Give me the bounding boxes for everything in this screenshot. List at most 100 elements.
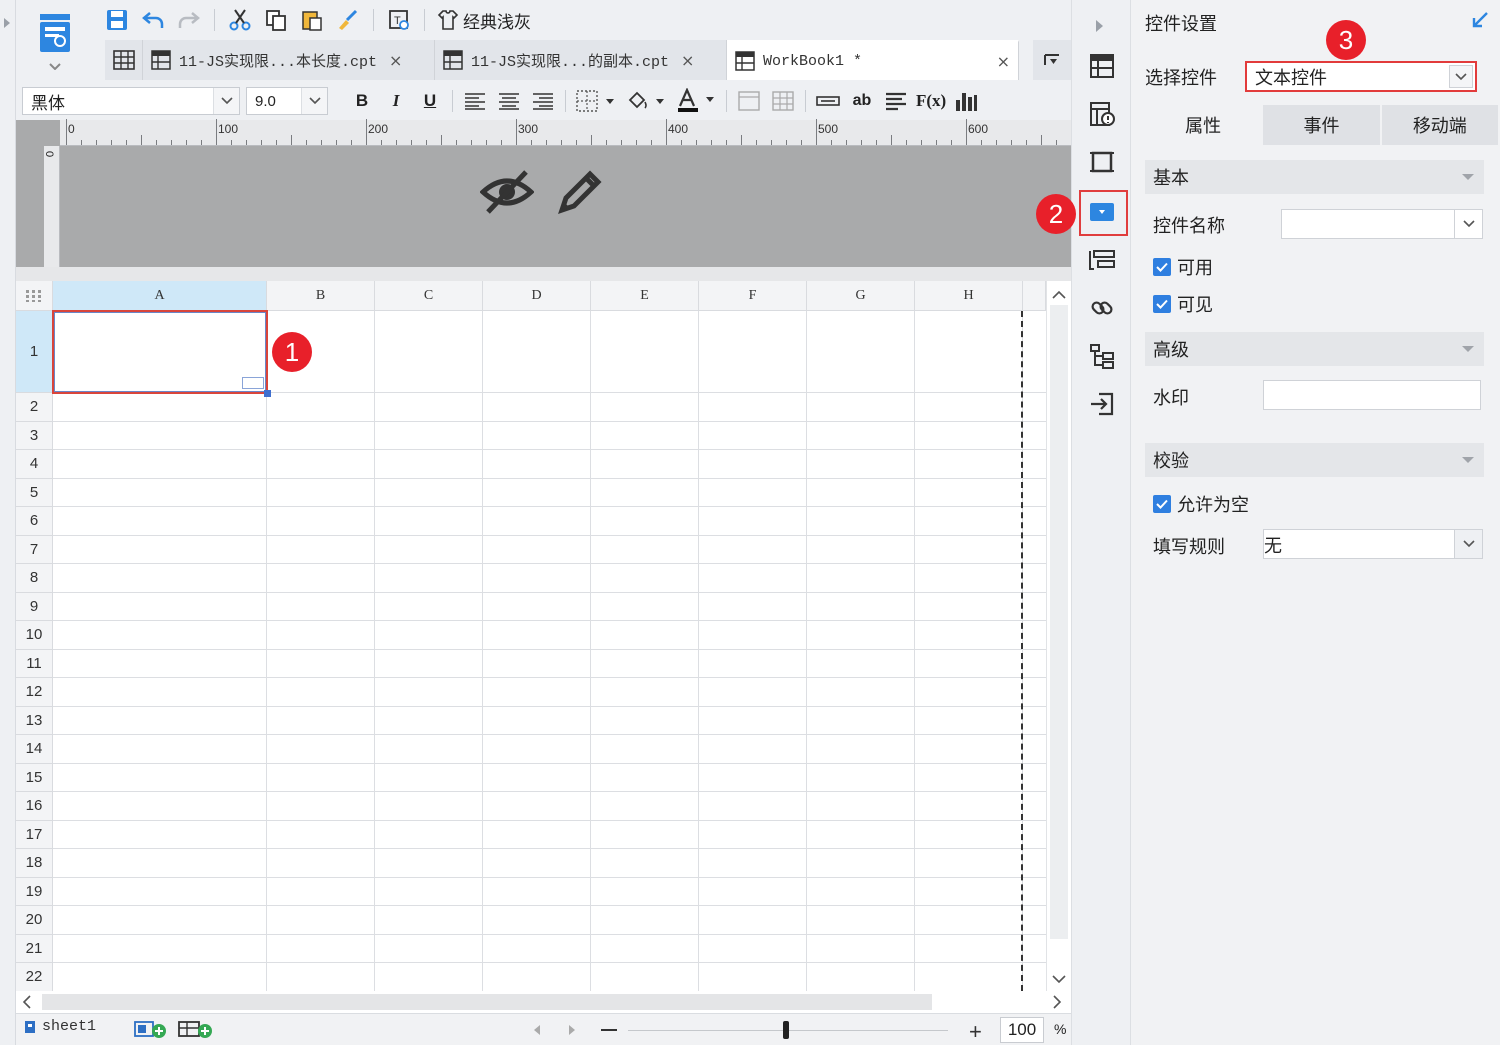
align-left-icon[interactable] — [461, 87, 489, 115]
row-header-7[interactable]: 7 — [16, 535, 53, 564]
row-header-10[interactable]: 10 — [16, 621, 53, 650]
align-center-icon[interactable] — [495, 87, 523, 115]
tab-events[interactable]: 事件 — [1263, 105, 1382, 145]
row-header-8[interactable]: 8 — [16, 564, 53, 593]
left-collapse-strip[interactable] — [0, 0, 16, 1045]
font-size-select[interactable]: 9.0 — [246, 87, 328, 115]
cell-attribute-icon[interactable] — [1088, 52, 1116, 80]
zoom-in-icon[interactable]: + — [969, 1019, 982, 1045]
row-header-12[interactable]: 12 — [16, 678, 53, 707]
row-header-3[interactable]: 3 — [16, 421, 53, 450]
enabled-checkbox[interactable]: 可用 — [1153, 254, 1213, 280]
add-dashboard-icon[interactable] — [178, 1019, 214, 1042]
dock-arrow-icon[interactable] — [1470, 10, 1490, 33]
row-header-18[interactable]: 18 — [16, 849, 53, 878]
import-icon[interactable] — [1088, 390, 1116, 418]
visible-checkbox[interactable]: 可见 — [1153, 291, 1213, 317]
close-icon[interactable]: × — [681, 51, 694, 70]
page-next-icon[interactable] — [567, 1023, 577, 1039]
zoom-value-input[interactable]: 100 — [1000, 1017, 1044, 1043]
scroll-up-icon[interactable] — [1052, 287, 1066, 303]
save-icon[interactable] — [104, 7, 130, 33]
underline-button[interactable]: U — [416, 87, 444, 115]
row-header-2[interactable]: 2 — [16, 393, 53, 422]
cut-icon[interactable] — [227, 7, 253, 33]
split-cell-icon[interactable] — [769, 87, 797, 115]
fill-rule-select[interactable]: 无 — [1263, 529, 1483, 559]
fill-color-icon[interactable] — [624, 87, 668, 115]
tab-attributes[interactable]: 属性 — [1145, 105, 1264, 145]
row-header-22[interactable]: 22 — [16, 963, 53, 991]
section-basic[interactable]: 基本 — [1145, 160, 1484, 194]
column-header-g[interactable]: G — [807, 281, 915, 311]
fill-handle[interactable] — [264, 390, 271, 397]
expand-arrow-icon[interactable] — [4, 18, 10, 28]
hyperlink-icon[interactable] — [1088, 294, 1116, 322]
row-header-17[interactable]: 17 — [16, 820, 53, 849]
sheet-tab[interactable]: sheet1 — [24, 1018, 96, 1035]
close-icon[interactable]: × — [389, 51, 402, 70]
formula-button[interactable]: F(x) — [916, 87, 946, 115]
insert-widget-icon[interactable] — [814, 87, 842, 115]
widget-settings-icon[interactable] — [1088, 198, 1116, 226]
allow-empty-checkbox[interactable]: 允许为空 — [1153, 491, 1249, 517]
row-header-21[interactable]: 21 — [16, 934, 53, 963]
tab-list-icon[interactable] — [105, 40, 143, 80]
column-header-f[interactable]: F — [699, 281, 807, 311]
italic-button[interactable]: I — [382, 87, 410, 115]
font-family-select[interactable]: 黑体 — [22, 87, 240, 115]
zoom-slider-thumb[interactable] — [783, 1021, 789, 1039]
tab-mobile[interactable]: 移动端 — [1381, 105, 1500, 145]
row-header-14[interactable]: 14 — [16, 735, 53, 764]
column-header-b[interactable]: B — [267, 281, 375, 311]
text-list-icon[interactable] — [882, 87, 910, 115]
row-header-15[interactable]: 15 — [16, 763, 53, 792]
tab-document-2[interactable]: 11-JS实现限...的副本.cpt × — [435, 40, 727, 80]
merge-cell-icon[interactable] — [735, 87, 763, 115]
column-header-extra[interactable] — [1023, 281, 1046, 311]
horizontal-scroll-thumb[interactable] — [42, 994, 932, 1010]
float-element-icon[interactable] — [1088, 148, 1116, 176]
preview-icon[interactable]: T — [386, 7, 412, 33]
control-name-select[interactable] — [1281, 209, 1483, 239]
column-header-d[interactable]: D — [483, 281, 591, 311]
chart-icon[interactable] — [952, 87, 980, 115]
column-header-c[interactable]: C — [375, 281, 483, 311]
tab-workbook1[interactable]: WorkBook1 * × — [727, 40, 1019, 80]
row-header-20[interactable]: 20 — [16, 906, 53, 935]
vertical-scroll-thumb[interactable] — [1050, 305, 1068, 939]
page-prev-icon[interactable] — [532, 1023, 542, 1039]
section-advanced[interactable]: 高级 — [1145, 332, 1484, 366]
row-header-19[interactable]: 19 — [16, 877, 53, 906]
border-icon[interactable] — [574, 87, 618, 115]
font-color-icon[interactable] — [674, 87, 718, 115]
undo-icon[interactable] — [140, 7, 166, 33]
row-header-13[interactable]: 13 — [16, 706, 53, 735]
scroll-right-icon[interactable] — [1052, 995, 1062, 1012]
column-header-a[interactable]: A — [53, 281, 267, 311]
zoom-out-icon[interactable] — [601, 1029, 617, 1031]
row-header-5[interactable]: 5 — [16, 478, 53, 507]
add-sheet-icon[interactable] — [134, 1019, 168, 1042]
collapse-arrow-icon[interactable] — [1096, 20, 1103, 32]
condition-attribute-icon[interactable] — [1088, 246, 1116, 274]
redo-icon[interactable] — [176, 7, 202, 33]
row-header-16[interactable]: 16 — [16, 792, 53, 821]
row-header-4[interactable]: 4 — [16, 450, 53, 479]
tab-overflow-icon[interactable] — [1033, 40, 1071, 80]
spreadsheet-grid[interactable]: ABCDEFGH 1 2 3 4 5 6 7 8 9 10 11 12 13 14 15 16 17 18 19 20… — [16, 281, 1046, 991]
tree-structure-icon[interactable] — [1088, 342, 1116, 370]
watermark-input[interactable] — [1263, 380, 1481, 410]
scroll-left-icon[interactable] — [22, 995, 32, 1012]
copy-icon[interactable] — [263, 7, 289, 33]
hidden-eye-icon[interactable] — [479, 168, 535, 219]
column-header-h[interactable]: H — [915, 281, 1023, 311]
select-control-dropdown[interactable]: 文本控件 — [1245, 61, 1477, 92]
row-header-6[interactable]: 6 — [16, 507, 53, 536]
tab-document-1[interactable]: 11-JS实现限...本长度.cpt × — [143, 40, 435, 80]
row-header-1[interactable]: 1 — [16, 311, 53, 393]
align-right-icon[interactable] — [529, 87, 557, 115]
selected-cell-a1[interactable] — [52, 310, 268, 394]
format-painter-icon[interactable] — [335, 7, 361, 33]
bold-button[interactable]: B — [348, 87, 376, 115]
